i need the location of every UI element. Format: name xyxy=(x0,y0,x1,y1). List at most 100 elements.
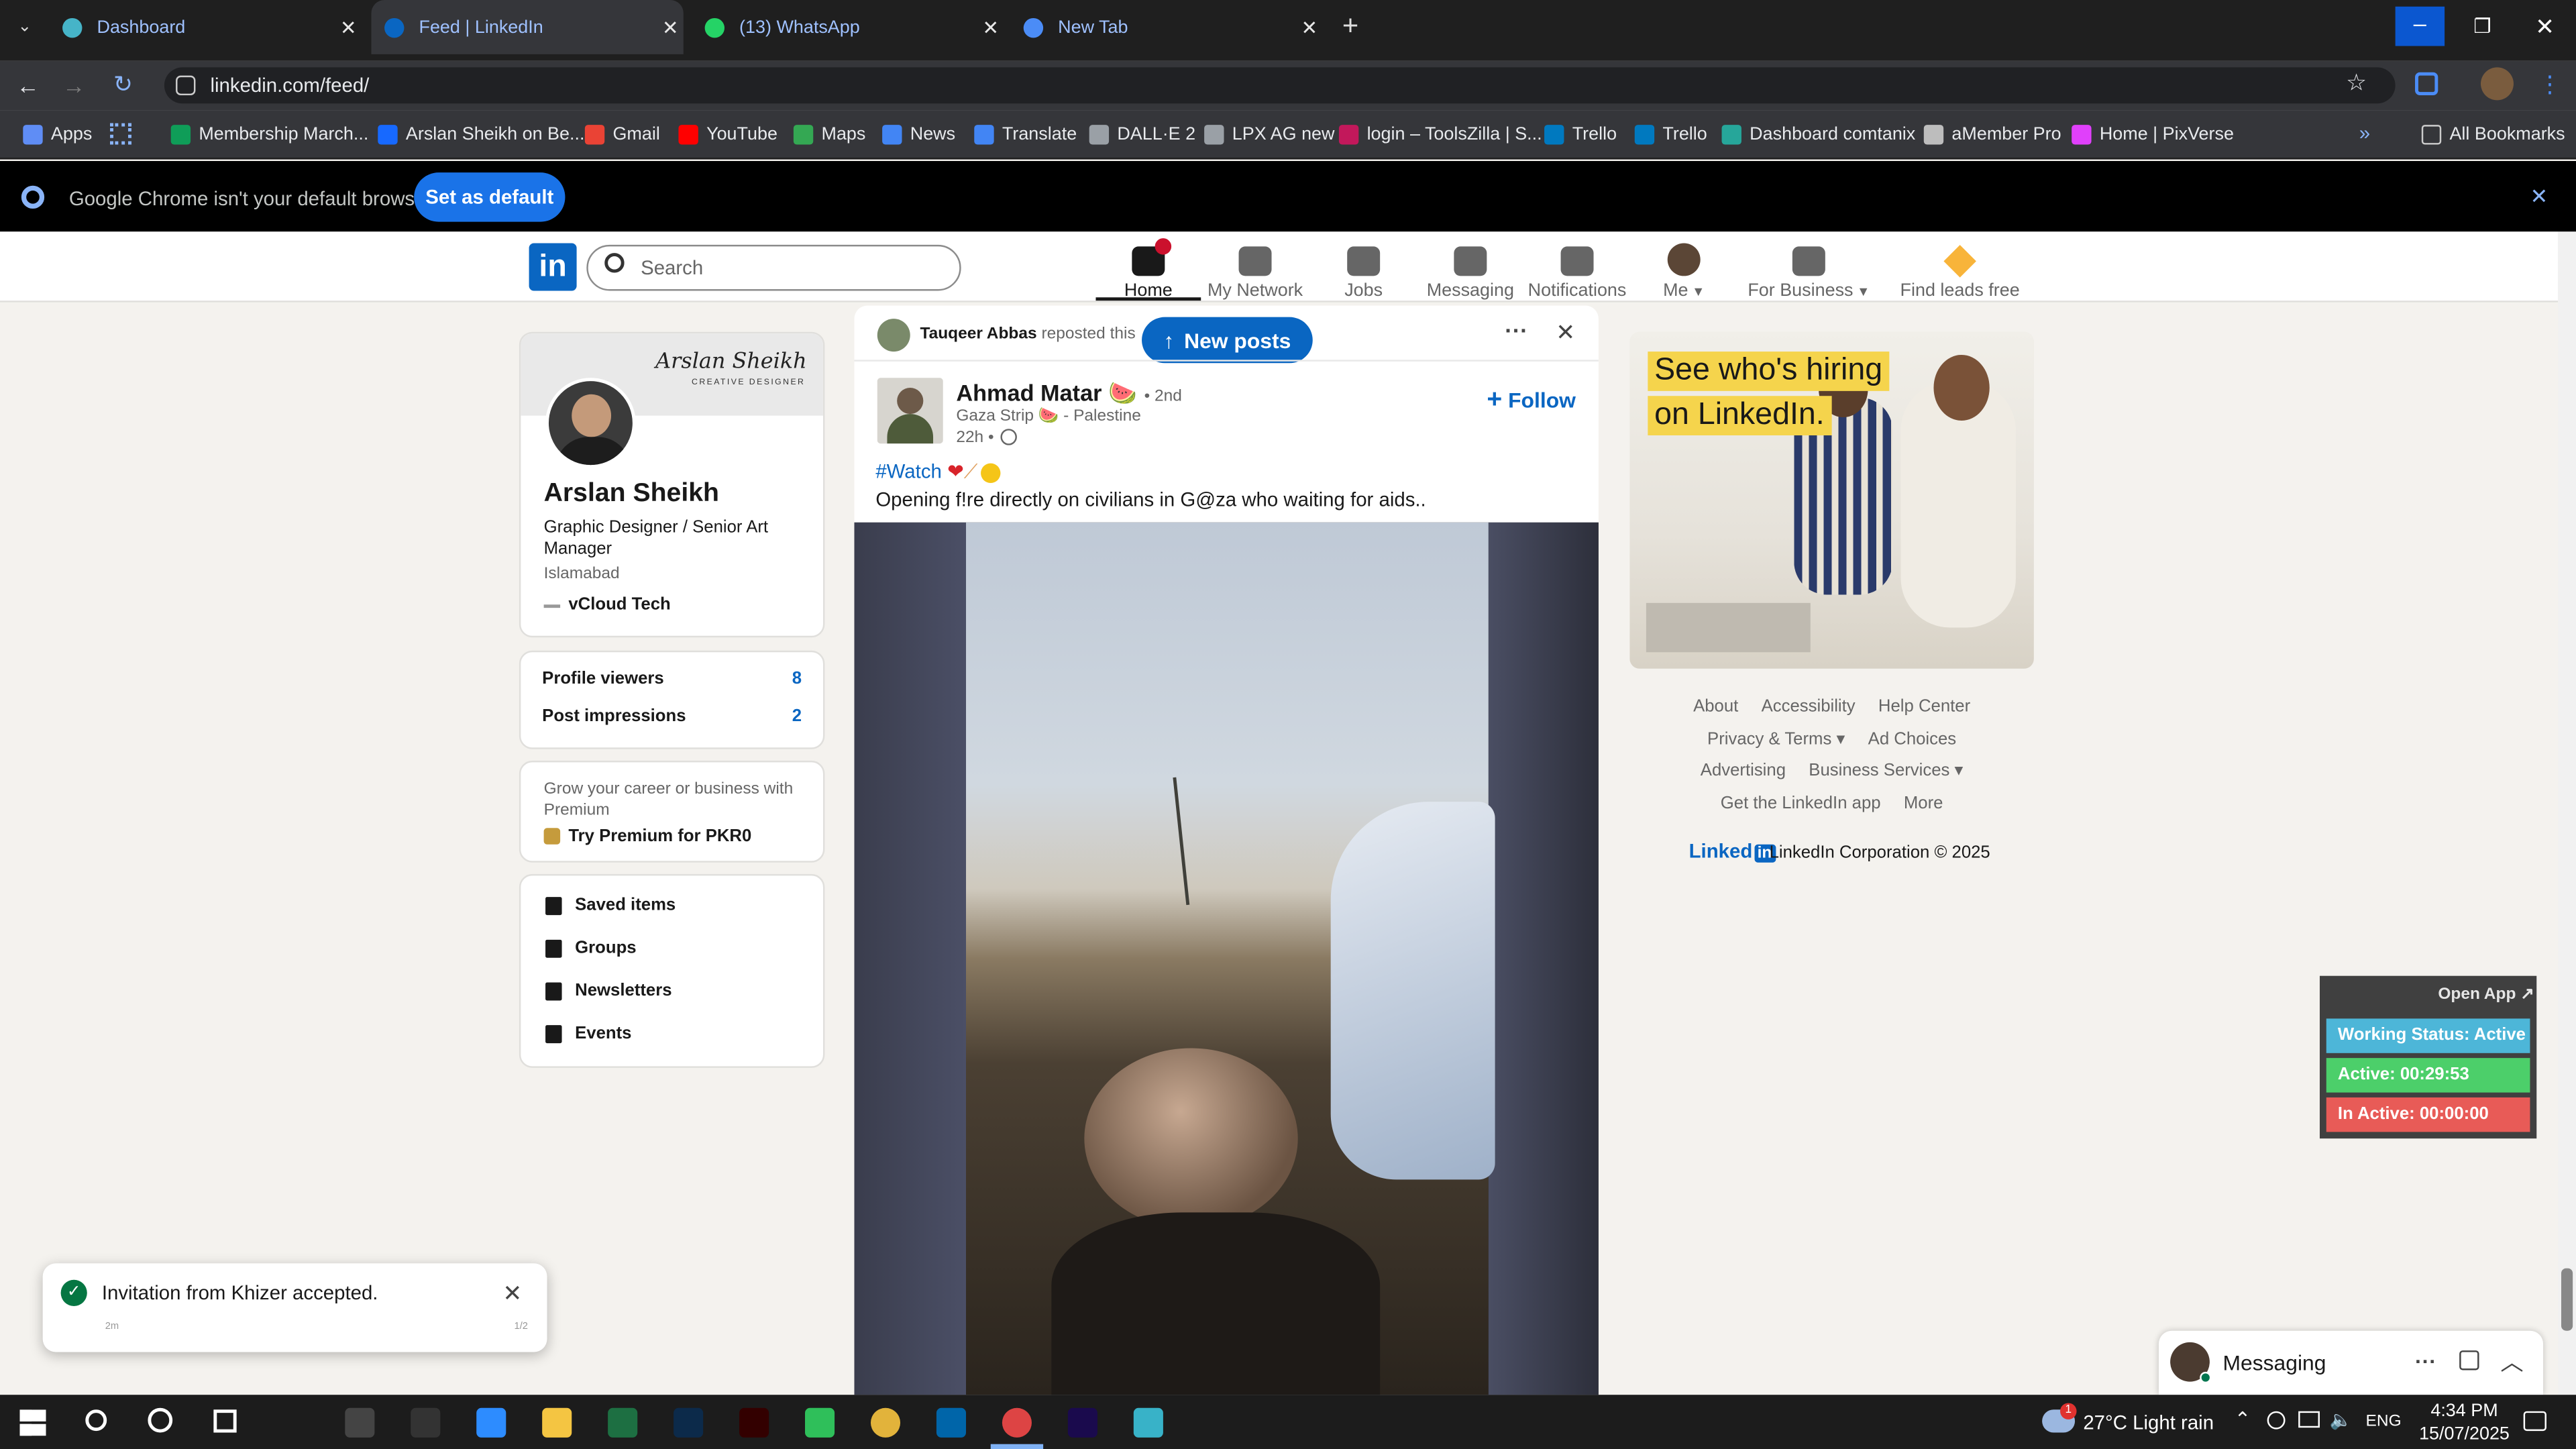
apps-grid-icon[interactable] xyxy=(110,123,131,145)
bookmark-item[interactable]: Dashboard comtanix xyxy=(1721,121,1915,148)
extensions-icon[interactable] xyxy=(2415,72,2438,96)
bookmark-item[interactable]: Gmail xyxy=(584,121,660,148)
post-video[interactable] xyxy=(854,522,1599,1395)
zoom-icon[interactable] xyxy=(476,1407,506,1438)
bookmark-item[interactable]: Trello xyxy=(1544,121,1617,148)
footer-link[interactable]: Ad Choices xyxy=(1868,729,1957,748)
bookmark-item[interactable]: Translate xyxy=(974,121,1077,148)
task-view-icon[interactable] xyxy=(213,1409,237,1433)
forward-icon[interactable]: → xyxy=(62,72,85,99)
stat-row[interactable]: Post impressions 2 xyxy=(542,706,802,726)
pen-icon[interactable] xyxy=(345,1407,375,1438)
shortcut-item[interactable]: Newsletters xyxy=(545,981,672,1000)
close-infobar-icon[interactable]: ✕ xyxy=(2530,184,2548,210)
footer-link[interactable]: Accessibility xyxy=(1762,696,1856,716)
footer-link[interactable]: More xyxy=(1904,793,1943,812)
clock-date[interactable]: 15/07/2025 xyxy=(2415,1424,2514,1444)
messaging-bar[interactable] xyxy=(2158,1330,2544,1395)
set-default-button[interactable]: Set as default xyxy=(414,172,566,222)
reposter-avatar[interactable] xyxy=(877,319,910,352)
notification-center-icon[interactable] xyxy=(2523,1411,2546,1432)
footer-link[interactable]: Business Services ▾ xyxy=(1809,761,1963,780)
chrome-profile-icon[interactable] xyxy=(1002,1407,1032,1438)
profile-company[interactable]: vCloud Tech xyxy=(568,595,670,614)
language-indicator[interactable]: ENG xyxy=(2366,1413,2402,1431)
profile-avatar[interactable] xyxy=(2480,67,2514,101)
follow-button[interactable]: + Follow xyxy=(1487,386,1576,416)
pen-tool-icon[interactable] xyxy=(805,1407,835,1438)
linkedin-logo[interactable]: in xyxy=(529,243,577,291)
reload-icon[interactable]: ↻ xyxy=(113,70,133,99)
footer-link[interactable]: About xyxy=(1693,696,1738,716)
tab-search-button[interactable]: ⌄ xyxy=(13,16,36,39)
url-text[interactable]: linkedin.com/feed/ xyxy=(210,74,369,97)
search-taskbar-icon[interactable] xyxy=(85,1409,107,1432)
compose-icon[interactable] xyxy=(2459,1350,2479,1371)
bookmark-item[interactable]: aMember Pro xyxy=(1923,121,2061,148)
bookmark-item[interactable]: DALL·E 2 xyxy=(1089,121,1195,148)
post-menu-icon[interactable]: ··· xyxy=(1505,317,1527,343)
stat-row[interactable]: Profile viewers 8 xyxy=(542,669,802,688)
scrollbar-thumb[interactable] xyxy=(2561,1268,2573,1331)
nav-for-business[interactable]: For Business ▼ xyxy=(1743,235,1874,301)
terminal-icon[interactable] xyxy=(411,1407,441,1438)
bookmark-item[interactable]: Arslan Sheikh on Be... xyxy=(378,121,584,148)
photoshop-icon[interactable] xyxy=(674,1407,704,1438)
close-tab-icon[interactable]: ✕ xyxy=(657,15,684,38)
profile-photo[interactable] xyxy=(545,378,636,468)
open-app-link[interactable]: Open App ↗ xyxy=(2438,985,2534,1004)
bookmark-item[interactable]: Apps xyxy=(23,121,92,148)
author-avatar[interactable] xyxy=(877,378,943,444)
chevron-up-icon[interactable]: ︿ xyxy=(2500,1346,2523,1379)
new-tab-button[interactable]: + xyxy=(1334,11,1367,44)
excel-icon[interactable] xyxy=(608,1407,638,1438)
footer-link[interactable]: Help Center xyxy=(1878,696,1970,716)
bookmark-star-icon[interactable]: ☆ xyxy=(2346,69,2367,97)
clock-time[interactable]: 4:34 PM xyxy=(2425,1401,2504,1421)
bookmark-item[interactable]: YouTube xyxy=(678,121,777,148)
site-info-icon[interactable] xyxy=(176,75,196,96)
shortcut-item[interactable]: Saved items xyxy=(545,896,676,915)
back-icon[interactable]: ← xyxy=(16,72,39,99)
dismiss-post-icon[interactable]: ✕ xyxy=(1556,319,1575,347)
shortcut-item[interactable]: Events xyxy=(545,1024,631,1043)
weather-text[interactable]: 27°C Light rain xyxy=(2083,1411,2214,1434)
page-scrollbar[interactable] xyxy=(2558,231,2576,1395)
bookmark-item[interactable]: login – ToolsZilla | S... xyxy=(1338,121,1542,148)
cortana-icon[interactable] xyxy=(148,1407,173,1433)
address-bar[interactable] xyxy=(164,67,2396,104)
nav-find-leads-free[interactable]: Find leads free xyxy=(1894,235,2026,301)
shortcut-item[interactable]: Groups xyxy=(545,938,637,958)
vscode-icon[interactable] xyxy=(936,1407,967,1438)
bookmark-item[interactable]: Membership March... xyxy=(170,121,368,148)
meet-icon[interactable] xyxy=(2267,1411,2286,1430)
bookmark-item[interactable]: News xyxy=(882,121,955,148)
network-icon[interactable] xyxy=(2298,1411,2320,1428)
bookmark-item[interactable]: LPX AG new xyxy=(1204,121,1335,148)
browser-tab[interactable]: Dashboard ✕ xyxy=(49,0,361,54)
premiere-icon[interactable] xyxy=(1067,1407,1097,1438)
file-explorer-icon[interactable] xyxy=(542,1407,572,1438)
minimize-button[interactable]: – xyxy=(2395,6,2445,46)
bookmark-item[interactable]: Trello xyxy=(1634,121,1707,148)
restore-button[interactable]: ❐ xyxy=(2459,7,2506,46)
profile-name[interactable]: Arslan Sheikh xyxy=(544,480,719,509)
nav-me[interactable]: Me ▼ xyxy=(1618,235,1750,301)
close-window-button[interactable]: ✕ xyxy=(2522,7,2568,46)
footer-link[interactable]: Get the LinkedIn app xyxy=(1721,793,1881,812)
bookmark-item[interactable]: Home | PixVerse xyxy=(2072,121,2234,148)
bookmark-item[interactable]: Maps xyxy=(793,121,865,148)
browser-tab[interactable]: Feed | LinkedIn ✕ xyxy=(371,0,684,54)
close-tab-icon[interactable]: ✕ xyxy=(1296,15,1322,38)
browser-tab[interactable]: (13) WhatsApp ✕ xyxy=(692,0,1004,54)
close-tab-icon[interactable]: ✕ xyxy=(335,15,362,38)
illustrator-icon[interactable] xyxy=(739,1407,769,1438)
hashtag-link[interactable]: #Watch xyxy=(875,460,942,483)
footer-link[interactable]: Privacy & Terms ▾ xyxy=(1707,729,1845,748)
premium-cta[interactable]: Try Premium for PKR0 xyxy=(568,826,751,846)
new-posts-button[interactable]: ↑ New posts xyxy=(1142,317,1313,364)
chrome-taskbar-icon[interactable] xyxy=(870,1407,901,1438)
author-name[interactable]: Ahmad Matar 🍉 xyxy=(956,380,1136,406)
close-toast-icon[interactable]: ✕ xyxy=(502,1280,522,1308)
tray-chevron-icon[interactable]: ⌃ xyxy=(2235,1408,2251,1431)
